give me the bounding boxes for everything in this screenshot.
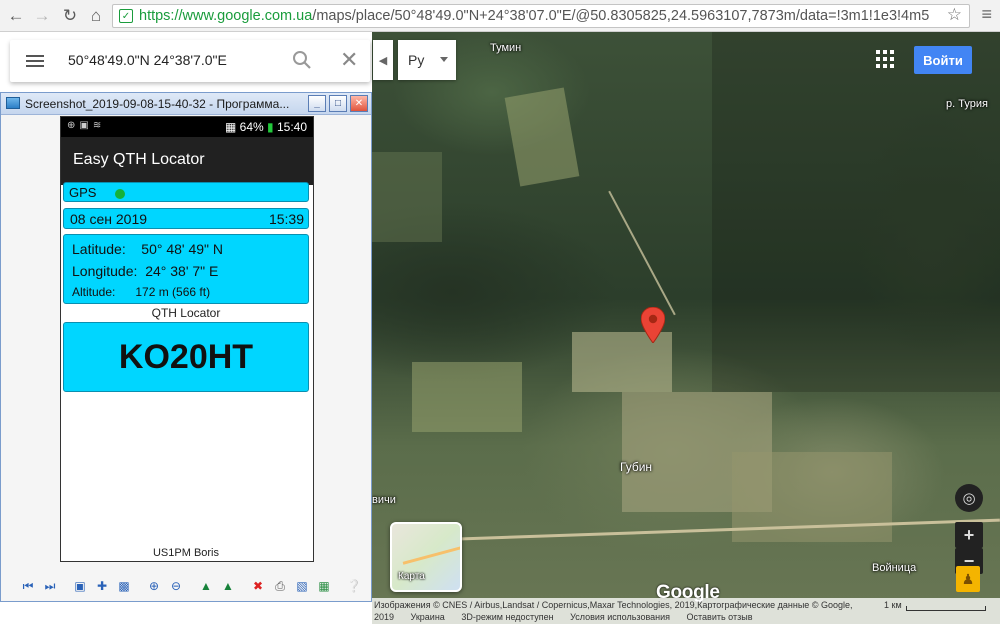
- gps-fix-indicator: [115, 189, 125, 199]
- scale-bar: [906, 606, 986, 611]
- slideshow-icon[interactable]: ▩: [115, 577, 133, 595]
- battery-percent: 64%: [239, 120, 264, 134]
- map-imagery-tile: [712, 32, 1000, 392]
- attribution-link-country[interactable]: Украина: [411, 612, 445, 622]
- date-time-row: 08 сен 2019 15:39: [63, 208, 309, 229]
- attribution-year: 2019: [374, 612, 395, 622]
- browser-menu-icon[interactable]: ≡: [981, 4, 992, 25]
- chevron-down-icon: [440, 57, 448, 62]
- author-label: US1PM Boris: [152, 547, 220, 559]
- viewer-toolbar: ⏮ ⏭ ▣ ✚ ▩ ⊕ ⊖ ▲ ▲ ✖ ⎙ ▧ ▦ ❔: [1, 571, 371, 601]
- forward-arrow-icon[interactable]: →: [30, 4, 54, 28]
- map-road: [608, 190, 676, 316]
- minimize-button[interactable]: _: [308, 95, 326, 112]
- attribution-link-feedback[interactable]: Оставить отзыв: [687, 612, 753, 622]
- collapse-panel-icon[interactable]: ◀: [373, 40, 393, 80]
- status-time: 15:40: [276, 120, 307, 134]
- help-icon[interactable]: ❔: [345, 577, 363, 595]
- maximize-button[interactable]: □: [329, 95, 347, 112]
- notification-icons: ⊕▣≋: [67, 120, 106, 131]
- zoom-in-icon[interactable]: ⊕: [145, 577, 163, 595]
- gps-status: GPS: [63, 182, 309, 202]
- app-title: Easy QTH Locator: [61, 137, 313, 185]
- map-field: [504, 87, 580, 187]
- map-pin-icon[interactable]: [641, 307, 665, 343]
- search-icon[interactable]: [292, 50, 312, 70]
- reload-icon[interactable]: ↻: [58, 4, 82, 28]
- zoom-in-button[interactable]: +: [955, 522, 983, 548]
- address-bar[interactable]: ✓ https://www.google.com.ua/maps/place/5…: [112, 4, 970, 28]
- address-url: https://www.google.com.ua/maps/place/50°…: [139, 8, 930, 24]
- map-field: [372, 152, 442, 242]
- attribution-link-terms[interactable]: Условия использования: [570, 612, 670, 622]
- android-status-bar: ⊕▣≋ ▦ 64% ▮ 15:40: [61, 117, 313, 137]
- bookmark-star-icon[interactable]: ☆: [947, 5, 962, 25]
- map-label-tumyn: Тумин: [490, 42, 522, 54]
- battery-icon: ▮: [267, 120, 274, 134]
- layer-thumb-road: [402, 546, 460, 565]
- delete-icon[interactable]: ✖: [249, 577, 267, 595]
- previous-image-icon[interactable]: ⏮: [19, 577, 37, 595]
- full-screen-icon[interactable]: ✚: [93, 577, 111, 595]
- viewer-title: Screenshot_2019-09-08-15-40-32 - Програм…: [25, 97, 290, 111]
- qth-locator-value: KO20HT: [63, 322, 309, 392]
- attribution-text: Изображения © CNES / Airbus,Landsat / Co…: [374, 600, 853, 610]
- google-apps-icon[interactable]: [876, 50, 894, 68]
- viewer-titlebar[interactable]: Screenshot_2019-09-08-15-40-32 - Програм…: [1, 93, 371, 115]
- save-icon[interactable]: ▧: [293, 577, 311, 595]
- menu-icon[interactable]: [26, 55, 44, 67]
- map-controls: ◎ + −: [955, 484, 985, 574]
- map-attribution: Изображения © CNES / Airbus,Landsat / Co…: [372, 598, 1000, 624]
- longitude-row: Longitude: 24° 38' 7" E: [72, 263, 219, 279]
- zoom-out-icon[interactable]: ⊖: [167, 577, 185, 595]
- search-input[interactable]: 50°48'49.0"N 24°38'7.0"E: [68, 52, 227, 68]
- attribution-link-3d[interactable]: 3D-режим недоступен: [461, 612, 553, 622]
- map-field: [412, 362, 522, 432]
- map-label-gubyn: Губин: [620, 460, 653, 474]
- map-label-vychi: вичи: [372, 494, 396, 506]
- my-location-icon[interactable]: ◎: [955, 484, 983, 512]
- signal-icon: ▦: [224, 120, 237, 134]
- street-view-pegman-icon[interactable]: ♟: [956, 566, 980, 592]
- lock-icon: ✓: [119, 9, 133, 23]
- map-road: [462, 518, 1000, 541]
- scale-label: 1 км: [884, 600, 902, 610]
- language-button[interactable]: Ру: [398, 40, 456, 80]
- home-icon[interactable]: ⌂: [84, 4, 108, 28]
- qth-locator-label: QTH Locator: [151, 306, 221, 320]
- date-value: 08 сен 2019: [70, 211, 148, 227]
- satellite-map[interactable]: Тумин р. Турия Губин вичи Войница: [372, 32, 1000, 624]
- next-image-icon[interactable]: ⏭: [41, 577, 59, 595]
- rotate-right-icon[interactable]: ▲: [219, 577, 237, 595]
- coordinates-panel: Latitude: 50° 48' 49" N Longitude: 24° 3…: [63, 234, 309, 304]
- browser-toolbar: ← → ↻ ⌂ ✓ https://www.google.com.ua/maps…: [0, 0, 1000, 32]
- latitude-row: Latitude: 50° 48' 49" N: [72, 241, 224, 257]
- gps-label: GPS: [69, 185, 97, 200]
- map-label-voinitsa: Войница: [872, 562, 917, 574]
- map-layer-switcher[interactable]: Карта: [390, 522, 462, 592]
- map-layer-label: Карта: [398, 571, 425, 582]
- viewer-app-icon: [6, 97, 20, 109]
- time-value: 15:39: [268, 211, 304, 227]
- language-button-label: Ру: [408, 52, 425, 68]
- back-arrow-icon[interactable]: ←: [4, 4, 28, 28]
- print-icon[interactable]: ⎙: [271, 577, 289, 595]
- map-label-river: р. Турия: [946, 98, 988, 110]
- maps-search-box: 50°48'49.0"N 24°38'7.0"E ✕: [10, 40, 370, 82]
- edit-image-icon[interactable]: ▦: [315, 577, 333, 595]
- window-close-button[interactable]: ✕: [350, 95, 368, 112]
- fit-window-icon[interactable]: ▣: [71, 577, 89, 595]
- signin-button[interactable]: Войти: [914, 46, 972, 74]
- rotate-left-icon[interactable]: ▲: [197, 577, 215, 595]
- close-icon[interactable]: ✕: [340, 49, 358, 71]
- altitude-row: Altitude: 172 m (566 ft): [72, 285, 211, 299]
